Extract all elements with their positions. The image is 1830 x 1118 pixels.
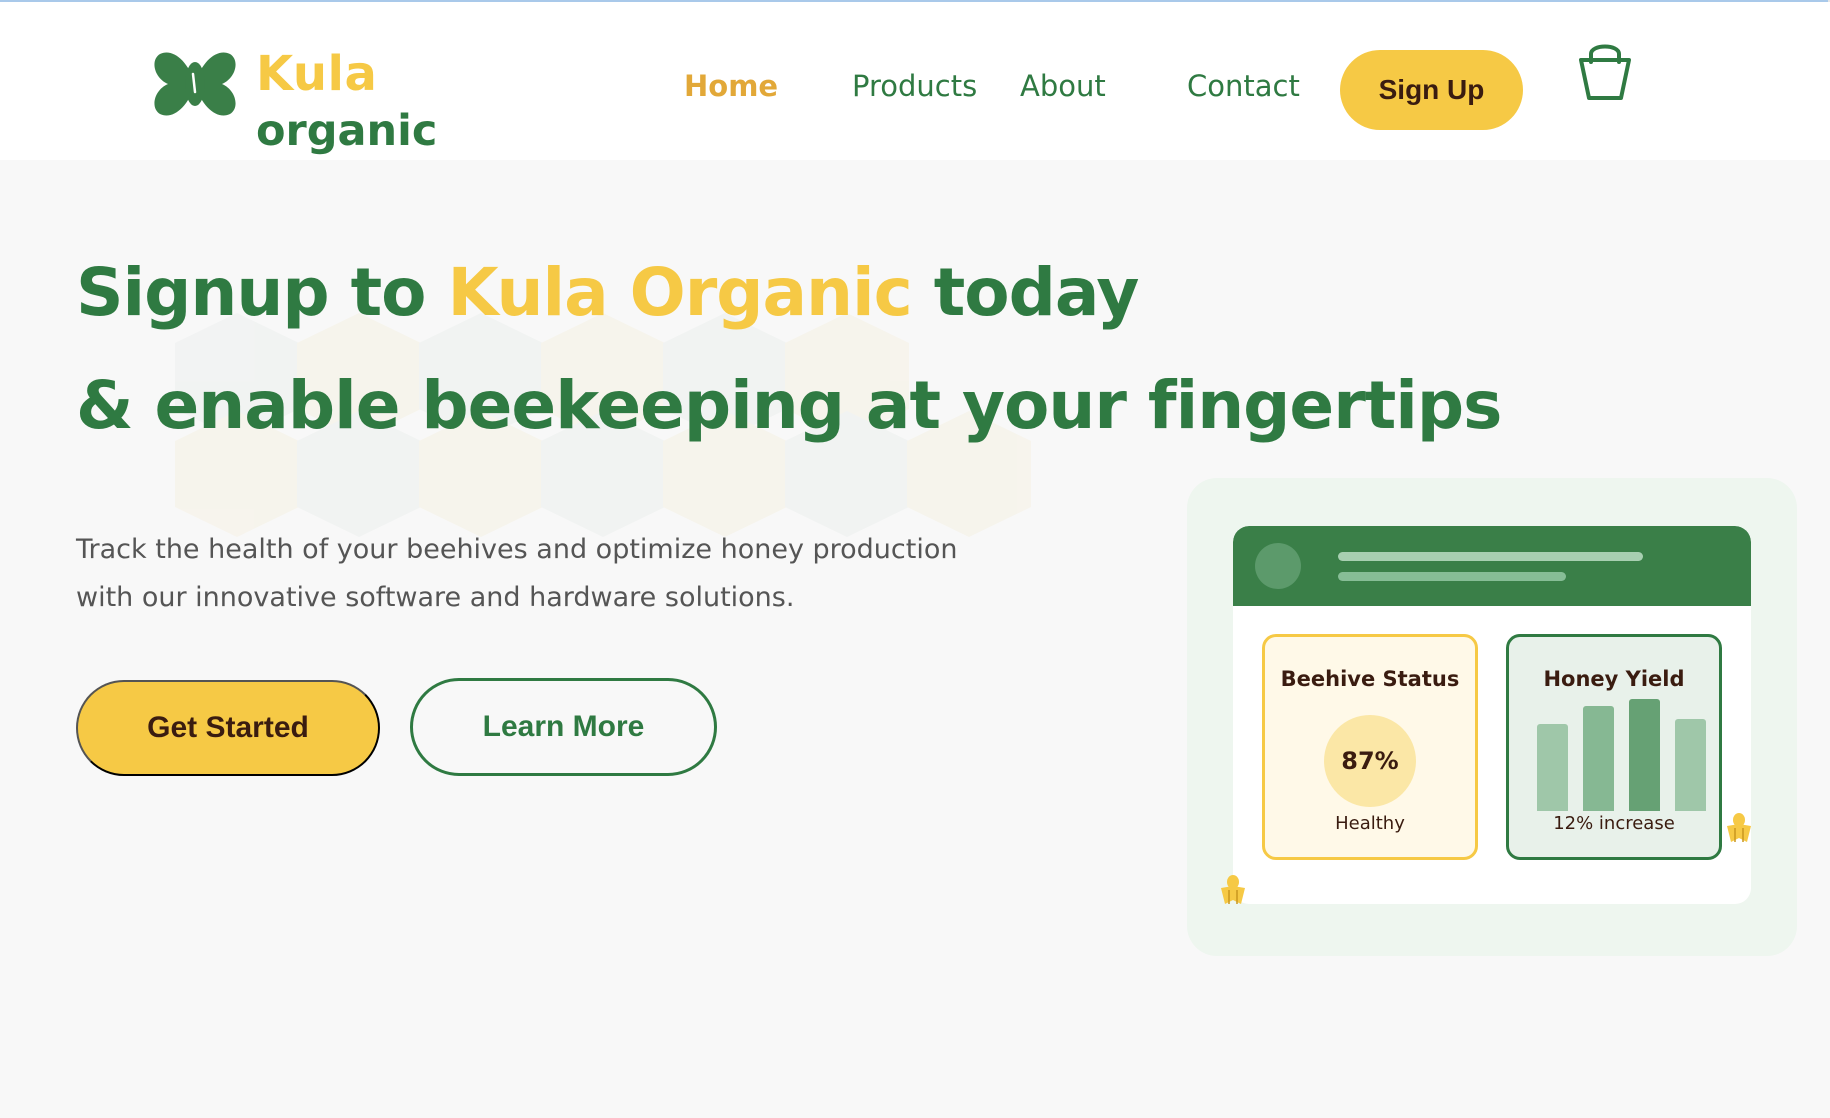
bee-icon bbox=[1727, 813, 1751, 842]
honey-yield-title: Honey Yield bbox=[1543, 667, 1685, 691]
nav-item-contact[interactable]: Contact bbox=[1187, 72, 1300, 101]
yield-bar bbox=[1629, 699, 1660, 811]
hero-section: Signup to Kula Organic today & enable be… bbox=[0, 160, 1830, 1118]
beehive-status-title: Beehive Status bbox=[1280, 667, 1460, 691]
header-placeholder-line bbox=[1338, 572, 1566, 581]
top-navbar: Kula organic Home Products About Contact… bbox=[0, 2, 1830, 160]
health-caption: Healthy bbox=[1335, 813, 1405, 834]
hero-subtext-line2: with our innovative software and hardwar… bbox=[76, 582, 795, 613]
nav-item-about[interactable]: About bbox=[1020, 72, 1106, 101]
basket-icon[interactable] bbox=[1578, 38, 1632, 102]
nav-item-products[interactable]: Products bbox=[852, 72, 977, 101]
dashboard-card: Beehive Status 87% Healthy Honey Yield 1… bbox=[1233, 526, 1751, 904]
yield-bar bbox=[1583, 706, 1614, 811]
dashboard-header bbox=[1233, 526, 1751, 606]
learn-more-button[interactable]: Learn More bbox=[410, 678, 717, 776]
yield-bar bbox=[1537, 724, 1568, 811]
hero-headline-line1: Signup to Kula Organic today bbox=[76, 260, 1139, 326]
hero-subtext: Track the health of your beehives and op… bbox=[76, 526, 1056, 622]
yield-caption: 12% increase bbox=[1553, 813, 1675, 834]
headline-accent: Kula Organic bbox=[447, 254, 912, 331]
brand-name-top: Kula bbox=[256, 46, 378, 102]
beehive-status-panel: Beehive Status 87% Healthy bbox=[1262, 634, 1478, 860]
brand-name-bottom: organic bbox=[256, 106, 438, 156]
headline-part1: Signup to bbox=[76, 254, 426, 331]
honey-yield-bars bbox=[1537, 699, 1707, 811]
sign-up-button[interactable]: Sign Up bbox=[1340, 50, 1523, 130]
get-started-button[interactable]: Get Started bbox=[76, 680, 380, 776]
hero-headline-line2: & enable beekeeping at your fingertips bbox=[76, 367, 1502, 444]
nav-item-home[interactable]: Home bbox=[684, 72, 778, 101]
header-placeholder-line bbox=[1338, 552, 1643, 561]
honey-yield-panel: Honey Yield 12% increase bbox=[1506, 634, 1722, 860]
brand-logo[interactable]: Kula organic bbox=[152, 42, 442, 162]
bee-icon bbox=[1221, 875, 1245, 904]
butterfly-leaf-logo-icon bbox=[154, 52, 236, 116]
hero-subtext-line1: Track the health of your beehives and op… bbox=[76, 534, 958, 565]
health-percentage: 87% bbox=[1324, 715, 1416, 807]
headline-part2: today bbox=[933, 254, 1140, 331]
yield-bar bbox=[1675, 719, 1706, 811]
avatar bbox=[1255, 543, 1301, 589]
dashboard-illustration: Beehive Status 87% Healthy Honey Yield 1… bbox=[1187, 478, 1797, 956]
